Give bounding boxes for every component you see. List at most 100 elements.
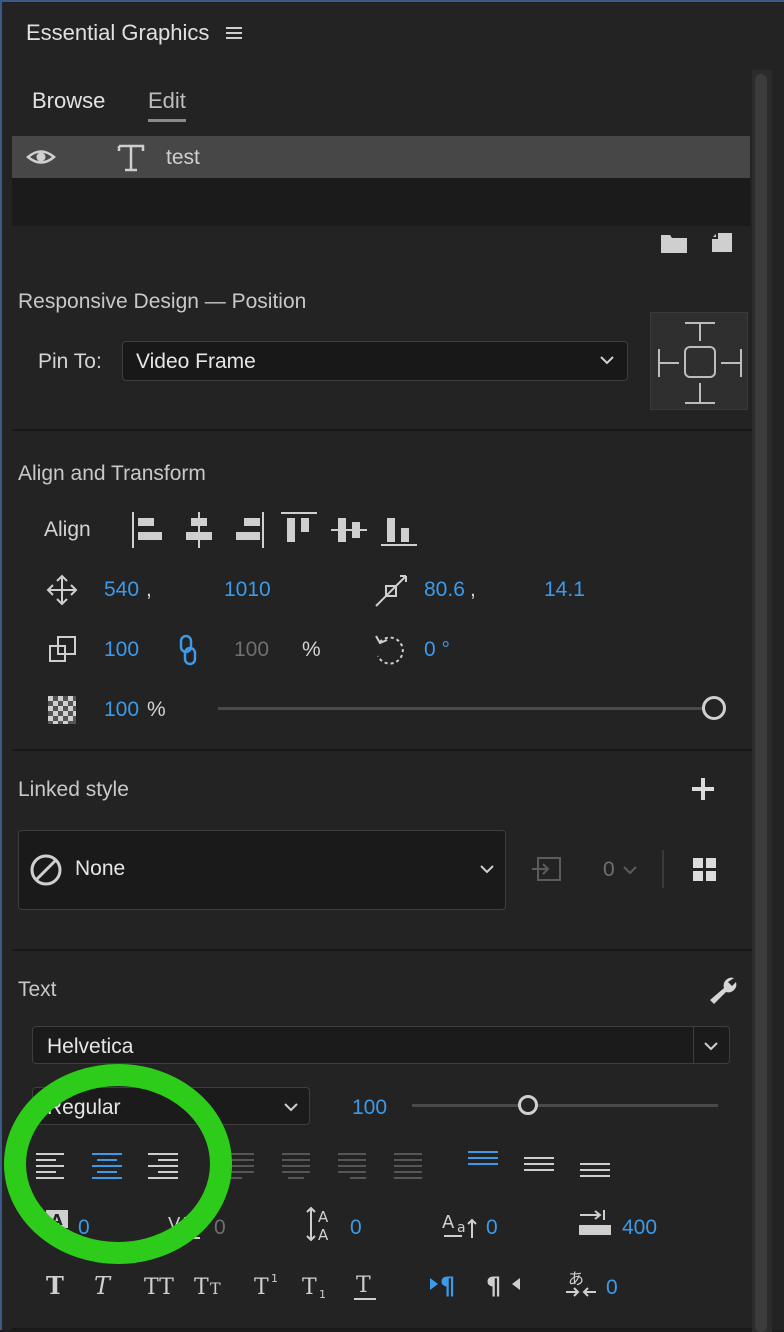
add-style-plus-icon[interactable] — [690, 776, 716, 802]
opacity-slider-thumb[interactable] — [702, 696, 726, 720]
chevron-down-icon — [283, 1101, 299, 1113]
leading-icon: AA — [306, 1204, 342, 1244]
leading-value[interactable]: 0 — [350, 1216, 362, 1240]
eye-icon[interactable] — [26, 146, 56, 168]
small-caps-icon[interactable]: TT — [192, 1270, 232, 1300]
align-vertical-center-icon[interactable] — [330, 510, 368, 550]
constrain-proportions-link-icon[interactable] — [178, 634, 198, 666]
faux-bold-icon[interactable]: T — [44, 1270, 72, 1300]
position-x-value[interactable]: 540 — [104, 578, 139, 602]
highlight-ring-annotation — [4, 1064, 232, 1264]
baseline-shift-value[interactable]: 0 — [486, 1216, 498, 1240]
pin-edges-icon — [658, 322, 742, 404]
baseline-shift-icon: Aa — [442, 1208, 478, 1242]
position-move-icon — [46, 574, 78, 606]
font-size-slider-thumb[interactable] — [518, 1095, 539, 1115]
svg-text:T: T — [94, 1272, 112, 1300]
scale-value[interactable]: 100 — [104, 638, 139, 662]
align-left-icon[interactable] — [130, 510, 166, 550]
subscript-icon[interactable]: T1 — [300, 1270, 334, 1300]
svg-text:T: T — [254, 1275, 269, 1300]
svg-text:T: T — [210, 1279, 221, 1298]
font-family-dropdown[interactable]: Helvetica — [32, 1026, 730, 1064]
superscript-icon[interactable]: T1 — [252, 1270, 286, 1300]
align-text-middle-icon[interactable] — [522, 1154, 556, 1176]
justify-last-center-icon — [280, 1150, 312, 1180]
style-count-value: 0 — [603, 858, 615, 881]
opacity-unit: % — [147, 698, 166, 721]
scale-percent-unit: % — [302, 638, 321, 661]
chevron-down-icon — [479, 863, 495, 875]
align-bottom-icon[interactable] — [380, 510, 418, 550]
svg-text:¶: ¶ — [486, 1272, 501, 1300]
panel-menu-icon[interactable] — [224, 24, 244, 42]
svg-text:T: T — [46, 1271, 64, 1300]
layer-row[interactable]: test — [12, 136, 750, 178]
opacity-slider-track[interactable] — [218, 707, 714, 710]
svg-text:A: A — [318, 1226, 329, 1244]
svg-text:A: A — [442, 1212, 455, 1233]
tab-width-value[interactable]: 400 — [622, 1216, 657, 1240]
align-horizontal-center-icon[interactable] — [182, 510, 218, 550]
left-to-right-text-icon[interactable]: ¶ — [428, 1270, 466, 1300]
tsume-icon: あ — [564, 1266, 598, 1302]
section-divider — [12, 749, 752, 751]
opacity-value[interactable]: 100 — [104, 698, 139, 722]
section-divider — [12, 429, 752, 431]
new-group-folder-icon[interactable] — [660, 232, 688, 254]
layer-name: test — [166, 146, 200, 169]
svg-text:A: A — [318, 1208, 329, 1226]
grid-view-icon[interactable] — [692, 857, 718, 883]
faux-italic-icon[interactable]: T — [92, 1270, 120, 1300]
text-layer-icon — [116, 142, 146, 174]
align-text-bottom-icon[interactable] — [578, 1160, 612, 1182]
panel-title: Essential Graphics — [26, 20, 210, 45]
rotation-value[interactable]: 0 ° — [424, 638, 450, 662]
underline-icon[interactable]: T — [352, 1270, 380, 1302]
justify-last-right-icon — [336, 1150, 368, 1180]
responsive-design-title: Responsive Design — Position — [18, 290, 307, 313]
scale-height-value: 100 — [234, 638, 270, 661]
tab-browse[interactable]: Browse — [32, 88, 105, 114]
anchor-separator: , — [470, 578, 476, 601]
tab-edit-underline — [148, 119, 186, 122]
scrollbar-thumb[interactable] — [755, 74, 767, 1332]
anchor-y-value[interactable]: 14.1 — [544, 578, 585, 602]
align-text-top-icon[interactable] — [466, 1148, 500, 1170]
chevron-down-icon — [599, 354, 615, 366]
dropdown-separator — [693, 1027, 694, 1063]
chevron-down-icon — [703, 1040, 719, 1052]
align-transform-title: Align and Transform — [18, 462, 206, 485]
linked-style-title: Linked style — [18, 778, 129, 801]
align-right-icon[interactable] — [232, 510, 268, 550]
style-divider — [662, 850, 664, 888]
tab-edit[interactable]: Edit — [148, 88, 186, 114]
anchor-x-value[interactable]: 80.6 — [424, 578, 465, 602]
font-size-value[interactable]: 100 — [352, 1096, 387, 1120]
linked-style-dropdown[interactable]: None — [18, 830, 506, 910]
font-size-slider-track[interactable] — [412, 1104, 718, 1107]
align-label: Align — [44, 518, 91, 541]
pin-to-value: Video Frame — [136, 350, 256, 373]
wrench-icon[interactable] — [706, 974, 740, 1006]
rotation-icon — [372, 632, 408, 668]
svg-text:T: T — [302, 1275, 317, 1300]
section-divider — [12, 949, 752, 951]
align-top-icon[interactable] — [280, 510, 318, 550]
push-to-style-icon — [530, 854, 564, 886]
chevron-down-icon — [622, 864, 638, 876]
none-prohibited-icon — [29, 853, 63, 887]
new-layer-icon[interactable] — [710, 232, 734, 254]
position-y-value[interactable]: 1010 — [224, 578, 271, 602]
all-caps-icon[interactable]: TT — [142, 1270, 182, 1300]
text-section-title: Text — [18, 978, 57, 1001]
pin-to-dropdown[interactable]: Video Frame — [122, 341, 628, 381]
pin-edges-widget[interactable] — [650, 312, 748, 410]
font-family-value: Helvetica — [47, 1035, 134, 1058]
right-to-left-text-icon[interactable]: ¶ — [486, 1270, 524, 1300]
anchor-point-icon — [374, 574, 408, 608]
svg-text:あ: あ — [568, 1269, 584, 1288]
svg-text:TT: TT — [144, 1275, 174, 1300]
tsume-value[interactable]: 0 — [606, 1276, 618, 1300]
svg-text:a: a — [457, 1220, 466, 1236]
